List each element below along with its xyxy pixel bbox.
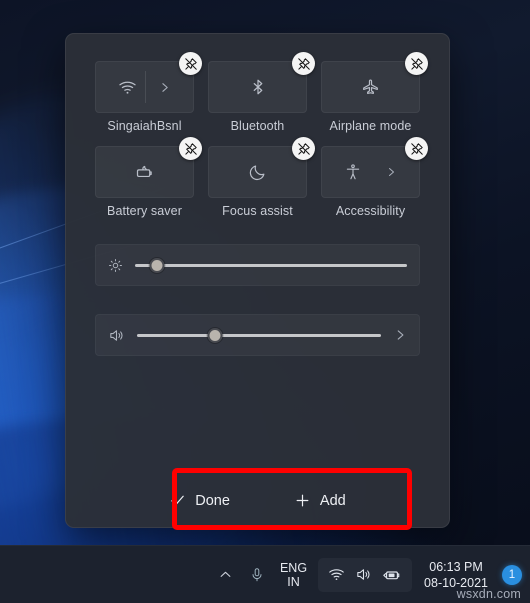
volume-icon	[355, 566, 372, 583]
bluetooth-icon	[249, 78, 267, 96]
brightness-slider-track[interactable]	[135, 257, 407, 273]
notification-badge[interactable]: 1	[502, 564, 522, 585]
volume-slider-row[interactable]	[95, 314, 420, 356]
wifi-icon	[328, 566, 345, 583]
brightness-slider-thumb[interactable]	[149, 257, 165, 273]
chevron-right-icon[interactable]	[385, 166, 397, 178]
watermark: wsxdn.com	[456, 587, 521, 601]
tile-label: Airplane mode	[329, 119, 412, 133]
quick-settings-tile-grid: SingaiahBsnl Bluetooth Airplane mode Bat…	[95, 52, 428, 218]
check-icon	[169, 492, 186, 509]
language-line-1: ENG	[279, 560, 308, 575]
language-indicator[interactable]: ENG IN	[273, 557, 314, 593]
unpin-icon[interactable]	[292, 52, 315, 75]
airplane-icon	[361, 78, 380, 97]
quick-settings-button[interactable]	[318, 557, 413, 592]
unpin-icon[interactable]	[405, 52, 428, 75]
show-hidden-icons-button[interactable]	[210, 561, 241, 588]
tile-label: Battery saver	[107, 204, 182, 218]
quick-setting-tile-bluetooth[interactable]: Bluetooth	[208, 52, 315, 133]
brightness-icon	[108, 258, 123, 273]
add-button[interactable]: Add	[284, 486, 356, 515]
unpin-icon[interactable]	[179, 137, 202, 160]
quick-setting-tile-battery-saver[interactable]: Battery saver	[95, 137, 202, 218]
battery-charging-icon	[382, 565, 402, 585]
plus-icon	[294, 492, 311, 509]
flyout-footer: Done Add	[66, 474, 449, 527]
brightness-slider-row[interactable]	[95, 244, 420, 286]
chevron-right-icon[interactable]	[158, 81, 171, 94]
microphone-icon	[249, 567, 265, 583]
accessibility-tile-button[interactable]	[321, 146, 420, 198]
wifi-tile-button[interactable]	[95, 61, 194, 113]
unpin-icon[interactable]	[179, 52, 202, 75]
tile-label: SingaiahBsnl	[107, 119, 182, 133]
volume-slider-thumb[interactable]	[207, 327, 223, 343]
tile-label: Focus assist	[222, 204, 293, 218]
done-button[interactable]: Done	[159, 486, 240, 515]
moon-icon	[248, 163, 267, 182]
unpin-icon[interactable]	[405, 137, 428, 160]
tile-label: Accessibility	[335, 204, 406, 218]
add-label: Add	[319, 492, 346, 509]
battery-saver-tile-button[interactable]	[95, 146, 194, 198]
tile-label: Bluetooth	[230, 119, 285, 133]
battery-saver-icon	[134, 162, 155, 183]
quick-setting-tile-accessibility[interactable]: Accessibility	[321, 137, 428, 218]
taskbar: ENG IN 06:13 PM 08-10-2021 1	[0, 545, 530, 603]
airplane-tile-button[interactable]	[321, 61, 420, 113]
chevron-up-icon	[218, 567, 233, 582]
microphone-button[interactable]	[241, 561, 273, 589]
quick-setting-tile-focus-assist[interactable]: Focus assist	[208, 137, 315, 218]
language-line-2: IN	[287, 574, 300, 589]
chevron-right-icon[interactable]	[393, 328, 407, 342]
quick-setting-tile-wifi[interactable]: SingaiahBsnl	[95, 52, 202, 133]
quick-settings-flyout: SingaiahBsnl Bluetooth Airplane mode Bat…	[65, 33, 450, 528]
slider-track-fill	[135, 263, 407, 267]
focus-assist-tile-button[interactable]	[208, 146, 307, 198]
unpin-icon[interactable]	[292, 137, 315, 160]
clock-time: 06:13 PM	[429, 559, 483, 574]
quick-setting-tile-airplane-mode[interactable]: Airplane mode	[321, 52, 428, 133]
slider-track-fill	[137, 333, 381, 337]
bluetooth-tile-button[interactable]	[208, 61, 307, 113]
volume-slider-track[interactable]	[137, 327, 381, 343]
done-label: Done	[195, 492, 230, 509]
accessibility-icon	[344, 163, 362, 181]
wifi-icon	[118, 78, 137, 97]
volume-icon	[108, 327, 125, 344]
